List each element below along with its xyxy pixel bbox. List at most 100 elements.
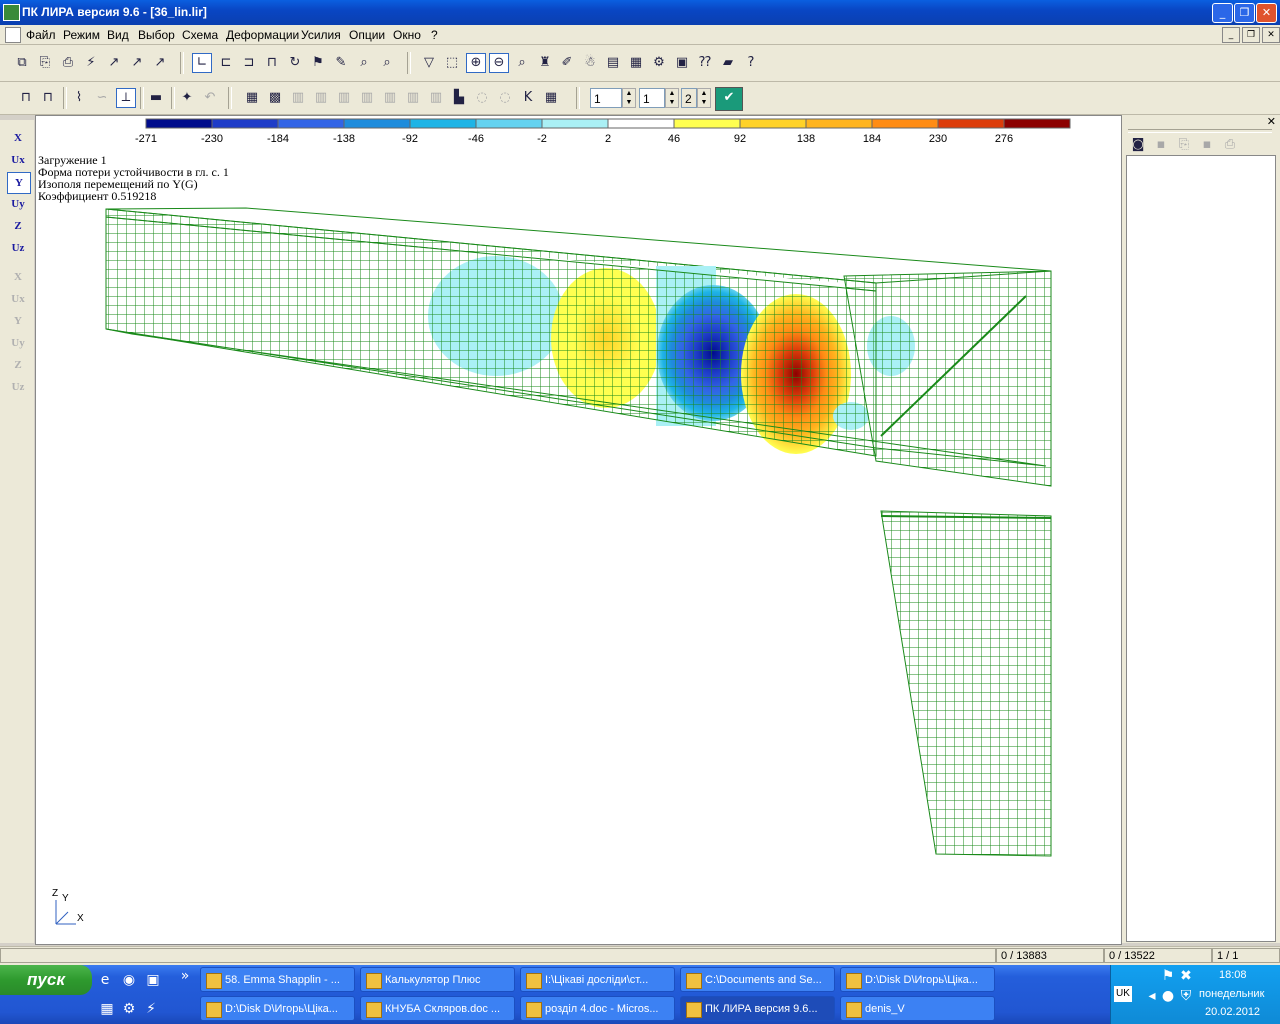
task-item[interactable]: 58. Emma Shapplin - ... — [200, 967, 355, 992]
pencil-icon[interactable]: ✎ — [331, 53, 351, 73]
menu-options[interactable]: Опции — [349, 28, 385, 42]
menu-help[interactable]: ? — [431, 28, 438, 42]
network-icon[interactable]: ⚙ — [120, 1000, 138, 1018]
menu-scheme[interactable]: Схема — [182, 28, 218, 42]
task-item[interactable]: D:\Disk D\Игорь\Цікa... — [840, 967, 995, 992]
task-item[interactable]: Калькулятор Плюс — [360, 967, 515, 992]
tray-flag-icon[interactable]: ✖ — [1177, 967, 1195, 985]
restore-button[interactable]: ❐ — [1234, 3, 1255, 23]
rotate-icon[interactable]: ↻ — [285, 53, 305, 73]
grid-icon[interactable]: ▦ — [242, 88, 262, 108]
zoom-out-icon[interactable]: ⊖ — [489, 53, 509, 73]
menu-file[interactable]: Файл — [26, 28, 56, 42]
panel-close-icon[interactable]: ✕ — [1267, 115, 1276, 128]
menu-mode[interactable]: Режим — [63, 28, 100, 42]
disp-y-icon[interactable]: Y — [7, 172, 31, 194]
filter-icon[interactable]: ▽ — [419, 53, 439, 73]
disp-ux-icon[interactable]: Ux — [7, 150, 29, 170]
zoom-all-icon[interactable]: ⌕ — [377, 53, 397, 73]
settings-icon[interactable]: ⚙ — [649, 53, 669, 73]
mode-shape-icon[interactable]: ⟂ — [116, 88, 136, 108]
disp-uz-icon[interactable]: Uz — [7, 238, 29, 258]
colors-icon[interactable]: ▦ — [541, 88, 561, 108]
eraser-icon[interactable]: ✐ — [557, 53, 577, 73]
zoom-window-icon[interactable]: ⌕ — [512, 53, 532, 73]
book-icon[interactable]: ▰ — [718, 53, 738, 73]
flip-icon[interactable]: ⚡ — [81, 53, 101, 73]
deform-icon[interactable]: ⌇ — [69, 88, 89, 108]
animation-icon[interactable]: ✦ — [177, 88, 197, 108]
ie-icon[interactable]: e — [96, 971, 114, 989]
edit-table-icon[interactable]: ▦ — [626, 53, 646, 73]
close-button[interactable]: ✕ — [1256, 3, 1277, 23]
mosaic-icon[interactable]: ▬ — [146, 88, 166, 108]
task-item[interactable]: D:\Disk D\Игорь\Цікa... — [200, 996, 355, 1021]
winamp-icon[interactable]: ⚡ — [142, 1000, 160, 1018]
mdi-close-button[interactable]: ✕ — [1262, 27, 1280, 43]
disp-z-icon[interactable]: Z — [7, 216, 29, 236]
task-item[interactable]: C:\Documents and Se... — [680, 967, 835, 992]
view-xz-icon[interactable]: ⊏ — [216, 53, 236, 73]
fragment-icon[interactable]: ⬚ — [442, 53, 462, 73]
menu-forces[interactable]: Усилия — [301, 28, 341, 42]
mdi-minimize-button[interactable]: _ — [1222, 27, 1240, 43]
person-icon[interactable]: ☃ — [580, 53, 600, 73]
menu-select[interactable]: Выбор — [138, 28, 175, 42]
task-item[interactable]: розділ 4.doc - Micros... — [520, 996, 675, 1021]
task-item-active[interactable]: ПК ЛИРА версия 9.6... — [680, 996, 835, 1021]
snapshot-list[interactable] — [1126, 155, 1276, 942]
disp-x-icon[interactable]: X — [7, 128, 29, 148]
camera-icon[interactable]: ◙ — [1128, 135, 1148, 155]
frame-icon[interactable]: ⊓ — [16, 88, 36, 108]
minimize-button[interactable]: _ — [1212, 3, 1233, 23]
task-item[interactable]: КНУБА Скляров.doc ... — [360, 996, 515, 1021]
clock-time[interactable]: 18:08 — [1219, 969, 1247, 981]
disp-uy-icon[interactable]: Uy — [7, 194, 29, 214]
zoom-in-icon[interactable]: ⊕ — [466, 53, 486, 73]
projection-icon[interactable]: ∟ — [192, 53, 212, 73]
task-item[interactable]: I:\Цікаві досліди\ст... — [520, 967, 675, 992]
print-icon[interactable]: ⎙ — [58, 53, 78, 73]
axis-xz-icon[interactable]: ↗ — [127, 53, 147, 73]
tray-chat-icon[interactable]: ● — [1159, 987, 1177, 1005]
zoom-icon[interactable]: ⌕ — [354, 53, 374, 73]
tray-security-icon[interactable]: ⛨ — [1177, 987, 1195, 1005]
bottle-icon[interactable]: ♜ — [535, 53, 555, 73]
notes-icon[interactable]: ▣ — [672, 53, 692, 73]
more-icon[interactable]: » — [176, 967, 194, 985]
isofield-icon[interactable]: ▩ — [265, 88, 285, 108]
menu-view[interactable]: Вид — [107, 28, 129, 42]
mdi-restore-button[interactable]: ❐ — [1242, 27, 1260, 43]
copy-icon[interactable]: ⎘ — [35, 53, 55, 73]
help-icon[interactable]: ? — [741, 53, 761, 73]
step-number-spinner[interactable]: ▲ ▼ — [697, 88, 711, 108]
axis-yz-icon[interactable]: ↗ — [150, 53, 170, 73]
menu-window[interactable]: Окно — [393, 28, 421, 42]
language-indicator[interactable]: UK — [1114, 986, 1132, 1002]
step-number-input[interactable]: 2 — [681, 88, 697, 108]
document-icon[interactable] — [5, 27, 21, 43]
mode-number-input[interactable]: 1 — [639, 88, 665, 108]
task-item[interactable]: denis_V — [840, 996, 995, 1021]
lira-quicklaunch-icon[interactable]: ▣ — [144, 971, 162, 989]
load-number-input[interactable]: 1 — [590, 88, 622, 108]
axis-xy-icon[interactable]: ↗ — [104, 53, 124, 73]
apply-icon[interactable]: ✔ — [715, 87, 743, 111]
view-yz-icon[interactable]: ⊓ — [262, 53, 282, 73]
chrome-icon[interactable]: ◉ — [120, 971, 138, 989]
tray-network-icon[interactable]: ⚑ — [1159, 967, 1177, 985]
mode-number-spinner[interactable]: ▲ ▼ — [665, 88, 679, 108]
open-icon[interactable]: ⧉ — [12, 53, 32, 73]
flag-icon[interactable]: ⚑ — [308, 53, 328, 73]
app-icon[interactable] — [3, 4, 20, 21]
coefficient-icon[interactable]: K — [518, 88, 538, 108]
histogram-icon[interactable]: ▙ — [449, 88, 469, 108]
load-number-spinner[interactable]: ▲ ▼ — [622, 88, 636, 108]
context-help-icon[interactable]: ⁇ — [695, 53, 715, 73]
menu-deformations[interactable]: Деформации — [226, 28, 299, 42]
desktop-icon[interactable]: ▦ — [98, 1000, 116, 1018]
model-canvas[interactable]: -271 -230 -184 -138 -92 -46 -2 2 46 92 138 184 230 27… — [35, 115, 1122, 945]
table-icon[interactable]: ▤ — [603, 53, 623, 73]
frame2-icon[interactable]: ⊓ — [38, 88, 58, 108]
view-xy-icon[interactable]: ⊐ — [239, 53, 259, 73]
